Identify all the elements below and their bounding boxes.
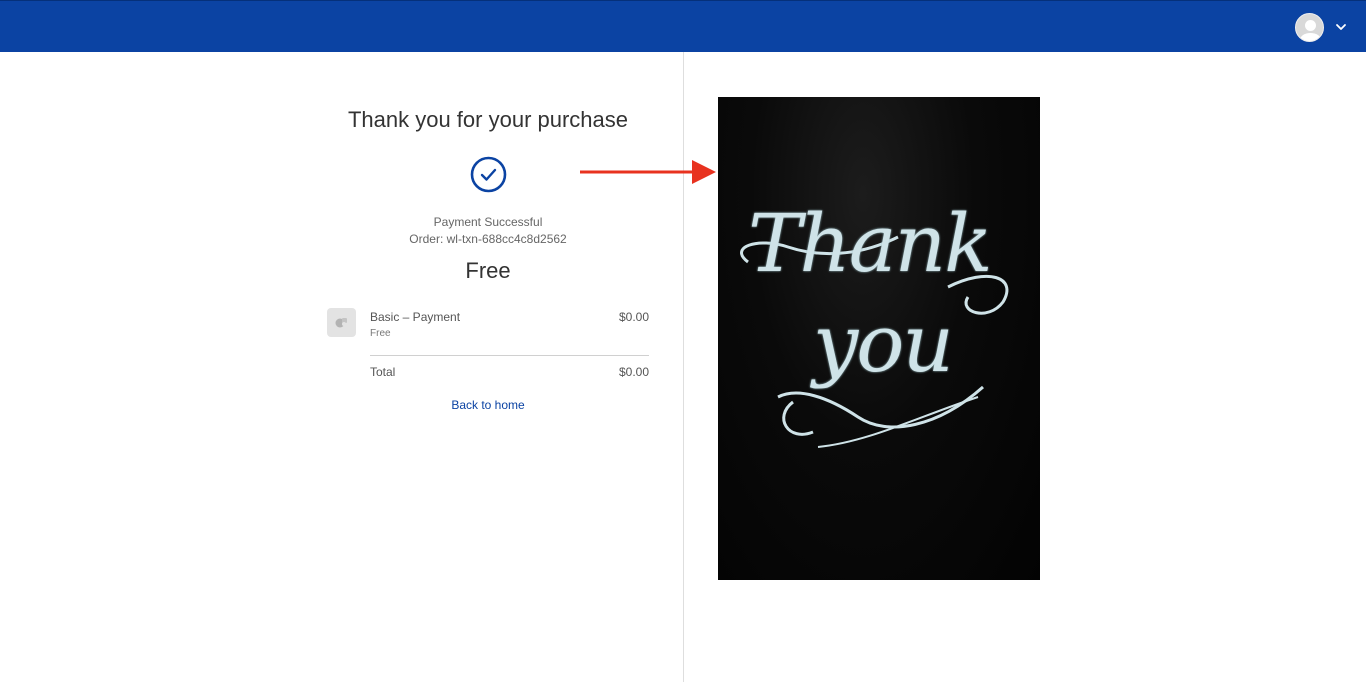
total-label: Total <box>370 365 396 379</box>
annotation-arrow-icon <box>580 160 716 184</box>
total-value: $0.00 <box>618 365 649 379</box>
user-avatar-icon[interactable] <box>1295 13 1324 42</box>
panel-divider <box>683 52 684 682</box>
product-placeholder-icon <box>335 318 347 328</box>
payment-status: Payment Successful <box>433 215 543 229</box>
order-price: Free <box>465 258 511 283</box>
totals-divider <box>370 355 649 356</box>
order-id: wl-txn-688cc4c8d2562 <box>446 232 567 246</box>
chevron-down-icon[interactable] <box>1335 21 1347 33</box>
line-item-name: Basic – Payment <box>370 310 461 324</box>
avatar-shoulders <box>1300 33 1321 41</box>
avatar-head <box>1305 20 1316 31</box>
line-item-subtitle: Free <box>370 328 391 339</box>
order-label: Order: <box>409 232 444 246</box>
order-reference: Order: wl-txn-688cc4c8d2562 <box>288 232 688 246</box>
top-navigation-bar <box>0 0 1366 52</box>
page-title: Thank you for your purchase <box>347 107 629 132</box>
order-confirmation-panel: Thank you for your purchase Payment Succ… <box>0 52 683 682</box>
thank-you-image: Thank you <box>718 97 1040 580</box>
card-text-thank: Thank <box>748 197 993 290</box>
check-circle-icon <box>470 156 507 193</box>
line-item-price: $0.00 <box>618 310 649 324</box>
back-to-home-link[interactable]: Back to home <box>388 398 588 412</box>
product-thumbnail <box>327 308 356 337</box>
card-text-you: you <box>813 297 954 390</box>
